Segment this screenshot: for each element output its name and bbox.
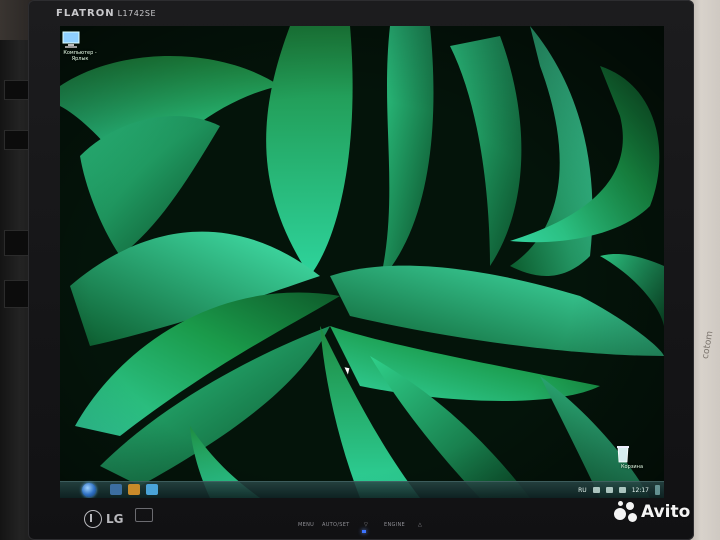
- flag-icon[interactable]: [592, 487, 600, 493]
- system-tray: RU 12:17: [578, 484, 660, 496]
- language-indicator[interactable]: RU: [578, 487, 587, 494]
- clock[interactable]: 12:17: [632, 487, 649, 494]
- wall-text: cotom: [700, 330, 716, 360]
- avito-watermark: Avito: [614, 500, 690, 524]
- start-button[interactable]: [82, 483, 96, 497]
- auto-set-button-label[interactable]: AUTO/SET: [322, 522, 350, 528]
- lg-circle-icon: [84, 510, 102, 528]
- media-taskbar-icon[interactable]: [146, 484, 158, 495]
- up-button-label[interactable]: △: [418, 522, 422, 528]
- avito-logo-icon: [614, 500, 638, 524]
- lg-text: LG: [106, 512, 124, 526]
- folder-taskbar-icon[interactable]: [128, 484, 140, 495]
- avito-text: Avito: [641, 502, 691, 522]
- monitor-screen: Компьютер - Ярлык Корзина RU 12:17: [60, 26, 664, 498]
- explorer-taskbar-icon[interactable]: [110, 484, 122, 495]
- desktop-icon-label: Корзина: [620, 464, 644, 470]
- recycle-bin-icon: [617, 444, 643, 464]
- volume-icon[interactable]: [618, 487, 626, 493]
- menu-button-label[interactable]: MENU: [298, 522, 314, 528]
- desktop-icon-computer[interactable]: Компьютер - Ярлык: [60, 30, 100, 62]
- computer-icon: [62, 30, 91, 50]
- show-desktop-button[interactable]: [655, 485, 660, 495]
- energy-star-icon: [135, 508, 153, 522]
- wallpaper: [60, 26, 664, 498]
- taskbar: RU 12:17: [60, 481, 664, 498]
- power-led: [362, 530, 366, 533]
- desktop-icon-label: Компьютер - Ярлык: [63, 50, 97, 62]
- brand-name: FLATRON: [56, 8, 115, 19]
- network-icon[interactable]: [605, 487, 613, 493]
- lg-logo: LG: [84, 510, 124, 528]
- engine-button-label[interactable]: ENGINE: [384, 522, 405, 528]
- monitor-brand: FLATRON L1742SE: [56, 8, 156, 19]
- desktop-icon-recycle-bin[interactable]: Корзина: [612, 444, 652, 470]
- model-name: L1742SE: [117, 9, 157, 18]
- down-button-label[interactable]: ▽: [364, 522, 368, 528]
